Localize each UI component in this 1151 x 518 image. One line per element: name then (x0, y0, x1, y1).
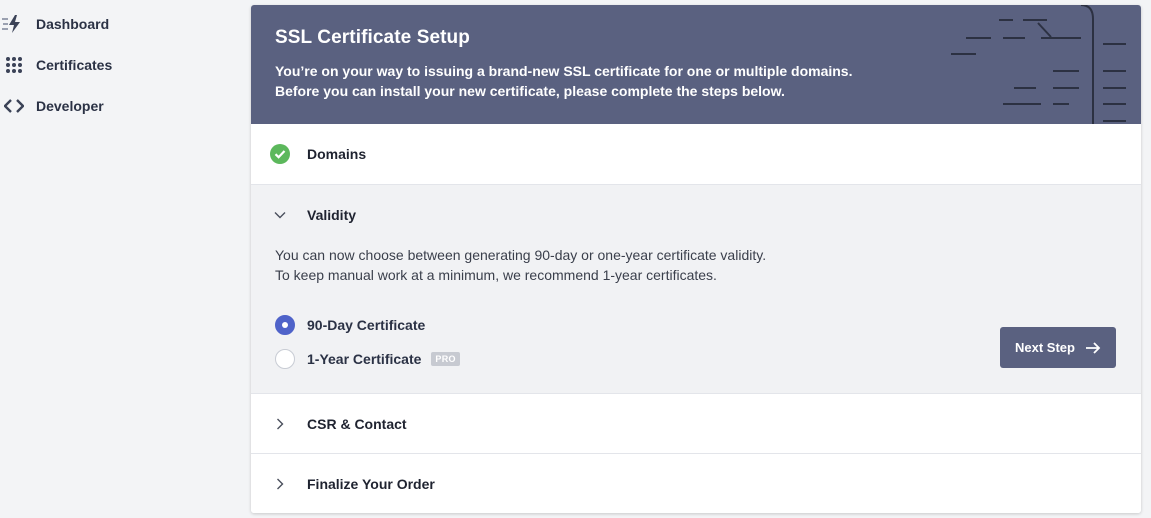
validity-text: You can now choose between generating 90… (275, 247, 767, 263)
step-validity-header[interactable]: Validity (251, 185, 1141, 245)
radio-1-year[interactable] (275, 349, 295, 369)
option-label: 90-Day Certificate (307, 317, 426, 333)
step-title: Finalize Your Order (307, 475, 435, 492)
step-title: Validity (307, 207, 357, 223)
option-label: 1-Year Certificate (307, 351, 422, 367)
sidebar-item-label: Developer (36, 98, 104, 114)
sidebar-item-label: Dashboard (36, 16, 110, 32)
next-step-button[interactable]: Next Step (1000, 327, 1116, 368)
sidebar: Dashboard Certificates Developer (0, 0, 240, 518)
sidebar-item-certificates[interactable]: Certificates (0, 51, 200, 79)
certificate-setup-card: SSL Certificate Setup You’re on your way… (251, 5, 1141, 513)
validity-text: To keep manual work at a minimum, we rec… (275, 267, 717, 283)
step-title: Domains (307, 146, 367, 162)
lightning-icon (0, 10, 28, 38)
option-90-day[interactable]: 90-Day Certificate (275, 311, 1117, 339)
radio-90-day[interactable] (275, 315, 295, 335)
step-validity: Validity You can now choose between gene… (251, 184, 1141, 393)
check-circle-icon (253, 144, 307, 164)
step-domains[interactable]: Domains (251, 124, 1141, 184)
sidebar-item-label: Certificates (36, 57, 113, 73)
sidebar-item-dashboard[interactable]: Dashboard (0, 10, 200, 38)
setup-header: SSL Certificate Setup You’re on your way… (251, 5, 1141, 124)
code-icon (0, 92, 28, 120)
next-step-label: Next Step (1015, 340, 1075, 355)
pro-badge: PRO (431, 352, 460, 366)
step-finalize-order[interactable]: Finalize Your Order (251, 453, 1141, 513)
chevron-right-icon (253, 478, 307, 490)
decorative-lines-icon (951, 5, 1126, 124)
arrow-right-icon (1085, 341, 1101, 354)
grid-icon (0, 51, 28, 79)
step-title: CSR & Contact (307, 415, 407, 432)
step-csr-contact[interactable]: CSR & Contact (251, 393, 1141, 453)
chevron-right-icon (253, 418, 307, 430)
sidebar-item-developer[interactable]: Developer (0, 92, 200, 120)
chevron-down-icon (253, 211, 307, 219)
option-1-year[interactable]: 1-Year Certificate PRO (275, 345, 1117, 373)
